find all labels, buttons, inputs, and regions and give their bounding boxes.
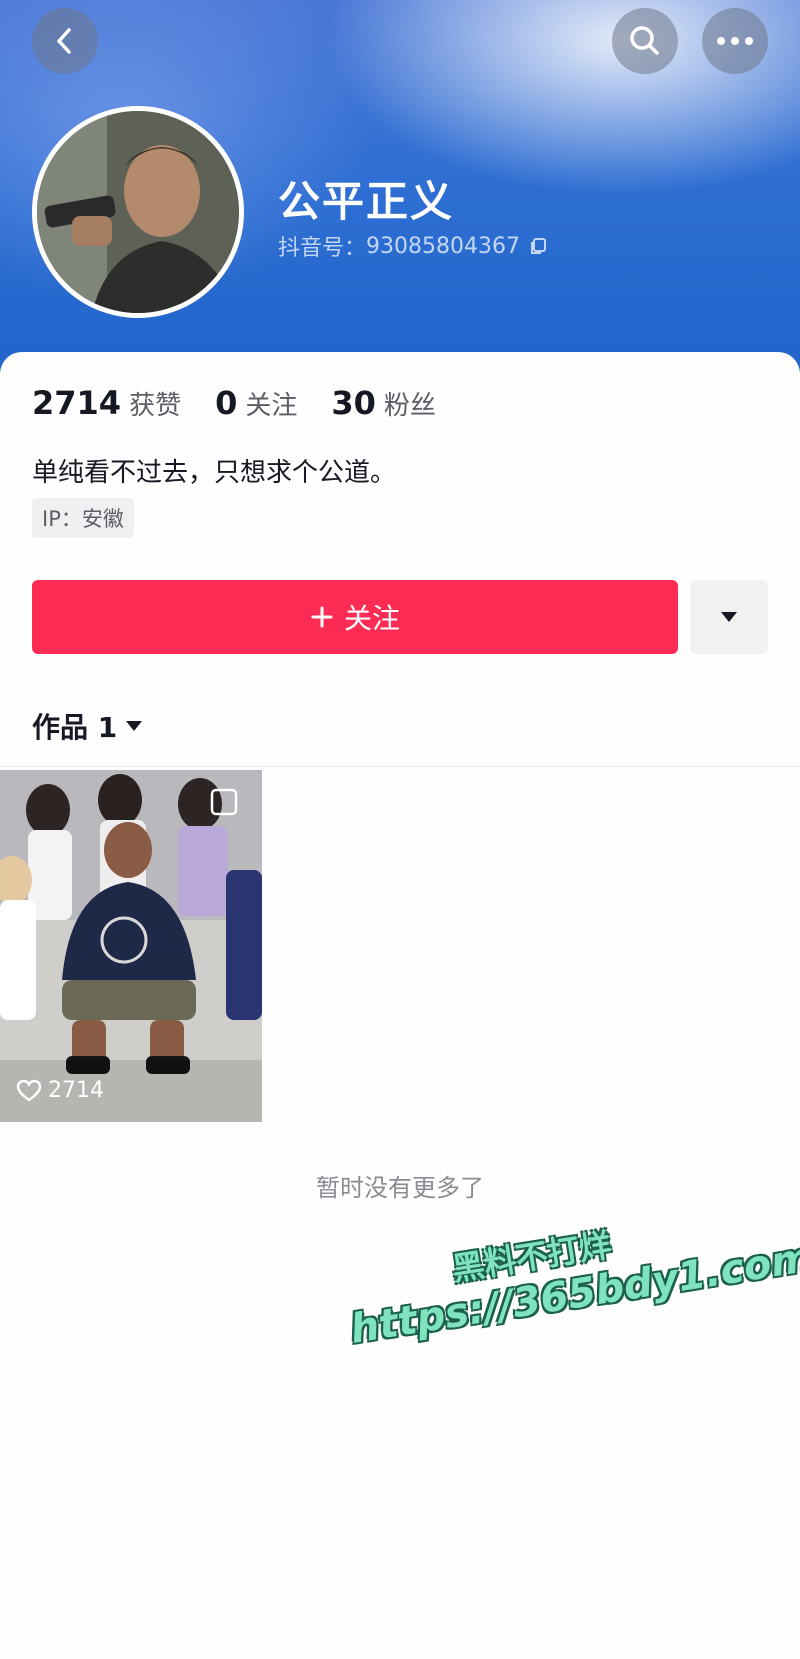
copy-icon[interactable]	[528, 236, 548, 256]
follow-button[interactable]: 关注	[32, 580, 678, 654]
likes-label: 获赞	[129, 391, 182, 421]
tab-divider	[0, 766, 800, 767]
recommend-dropdown-button[interactable]	[690, 580, 768, 654]
back-button[interactable]	[32, 8, 98, 74]
following-label[interactable]: 关注	[245, 385, 297, 422]
plus-icon	[311, 606, 333, 628]
profile-bio: 单纯看不过去，只想求个公道。	[32, 458, 397, 488]
video-cover-image-icon	[0, 770, 262, 1122]
followers-count[interactable]: 30	[331, 384, 376, 422]
avatar-photo-icon	[37, 111, 239, 313]
douyin-id-label: 抖音号：	[278, 236, 367, 261]
works-tab-label: 作品 1	[32, 711, 118, 744]
following-count[interactable]: 0	[215, 384, 237, 422]
no-more-content-text: 暂时没有更多了	[316, 1174, 484, 1202]
likes-count: 2714	[32, 384, 122, 422]
followers-label[interactable]: 粉丝	[384, 385, 436, 422]
more-dots-icon	[717, 37, 753, 45]
chevron-left-icon	[57, 28, 71, 54]
video-like-count: 2714	[16, 1078, 104, 1103]
profile-nickname: 公平正义	[278, 177, 455, 226]
search-button[interactable]	[612, 8, 678, 74]
ip-location-tag: IP：安徽	[32, 498, 134, 538]
profile-stats: 2714 获赞 0 关注 30 粉丝	[32, 384, 470, 422]
heart-icon	[16, 1079, 42, 1101]
follow-button-label: 关注	[343, 602, 400, 635]
douyin-id[interactable]: 抖音号： 93085804367	[278, 230, 548, 262]
tab-works[interactable]: 作品 1	[32, 706, 143, 746]
video-like-count-value: 2714	[48, 1078, 104, 1103]
douyin-id-value: 93085804367	[366, 233, 520, 259]
search-icon	[630, 26, 659, 55]
caret-down-icon	[126, 721, 143, 731]
avatar[interactable]	[32, 106, 244, 318]
video-thumbnail[interactable]	[0, 770, 262, 1122]
more-options-button[interactable]	[702, 8, 768, 74]
caret-down-icon	[721, 612, 737, 622]
